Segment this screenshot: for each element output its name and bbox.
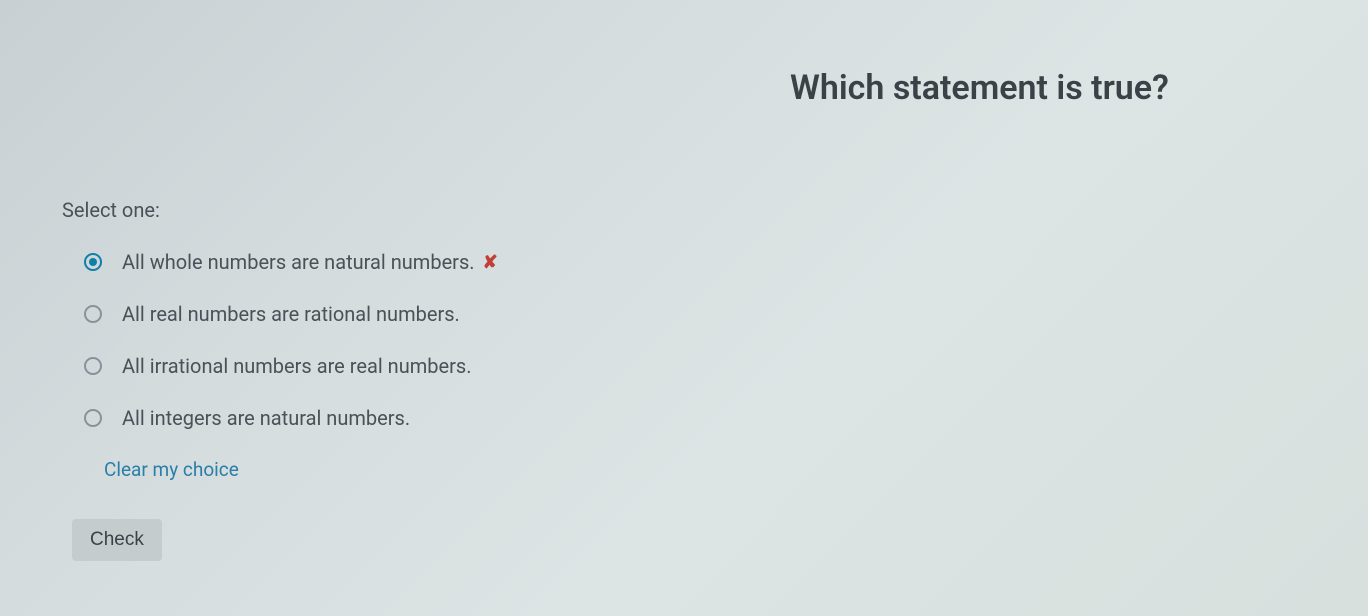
question-title: Which statement is true? [790,68,1169,108]
radio-icon[interactable] [84,357,102,375]
radio-icon[interactable] [84,305,102,323]
option-label: All integers are natural numbers. [122,406,410,430]
incorrect-icon: ✘ [483,252,498,273]
radio-icon[interactable] [84,253,102,271]
option-label: All whole numbers are natural numbers. [122,250,475,274]
option-row[interactable]: All real numbers are rational numbers. [84,302,498,326]
check-button[interactable]: Check [72,519,162,561]
clear-choice-link[interactable]: Clear my choice [104,458,498,481]
select-one-label: Select one: [62,198,498,222]
answer-block: Select one: All whole numbers are natura… [62,198,498,561]
radio-icon[interactable] [84,409,102,427]
option-label: All real numbers are rational numbers. [122,302,460,326]
option-row[interactable]: All irrational numbers are real numbers. [84,354,498,378]
option-row[interactable]: All whole numbers are natural numbers. ✘ [84,250,498,274]
option-row[interactable]: All integers are natural numbers. [84,406,498,430]
options-list: All whole numbers are natural numbers. ✘… [84,250,498,430]
option-label: All irrational numbers are real numbers. [122,354,471,378]
